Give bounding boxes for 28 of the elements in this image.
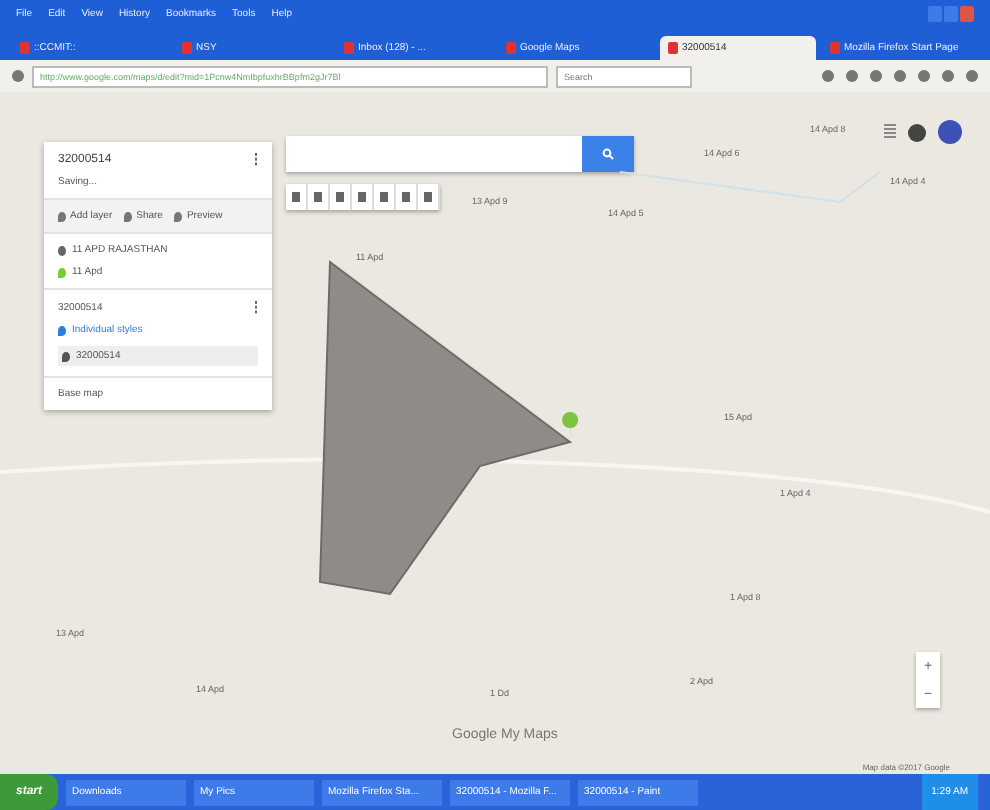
favicon-icon (344, 42, 354, 54)
search-icon (58, 245, 66, 255)
search-icon (602, 148, 614, 160)
back-icon[interactable] (12, 70, 24, 82)
favicon-icon (20, 42, 30, 54)
favicon-icon (182, 42, 192, 54)
style-icon (58, 325, 66, 335)
action-icon (124, 211, 133, 221)
map-tool[interactable] (418, 184, 440, 210)
shape-icon (62, 351, 70, 361)
map-tool[interactable] (374, 184, 396, 210)
apps-icon[interactable] (884, 124, 896, 140)
favicon-icon (830, 42, 840, 54)
action-icon (58, 211, 66, 221)
pin-icon (58, 267, 66, 277)
map-tool[interactable] (352, 184, 374, 210)
favicon-icon (506, 42, 516, 54)
search-button[interactable] (582, 136, 634, 172)
map-tool[interactable] (330, 184, 352, 210)
settings-icon[interactable] (908, 123, 926, 141)
map-tool[interactable] (396, 184, 418, 210)
avatar-icon[interactable] (938, 120, 962, 144)
map-tool[interactable] (286, 184, 308, 210)
favicon-icon (668, 42, 678, 54)
map-tool[interactable] (308, 184, 330, 210)
action-icon (174, 211, 183, 221)
map-search-field[interactable] (286, 136, 582, 172)
drawn-polygon[interactable] (318, 260, 573, 596)
